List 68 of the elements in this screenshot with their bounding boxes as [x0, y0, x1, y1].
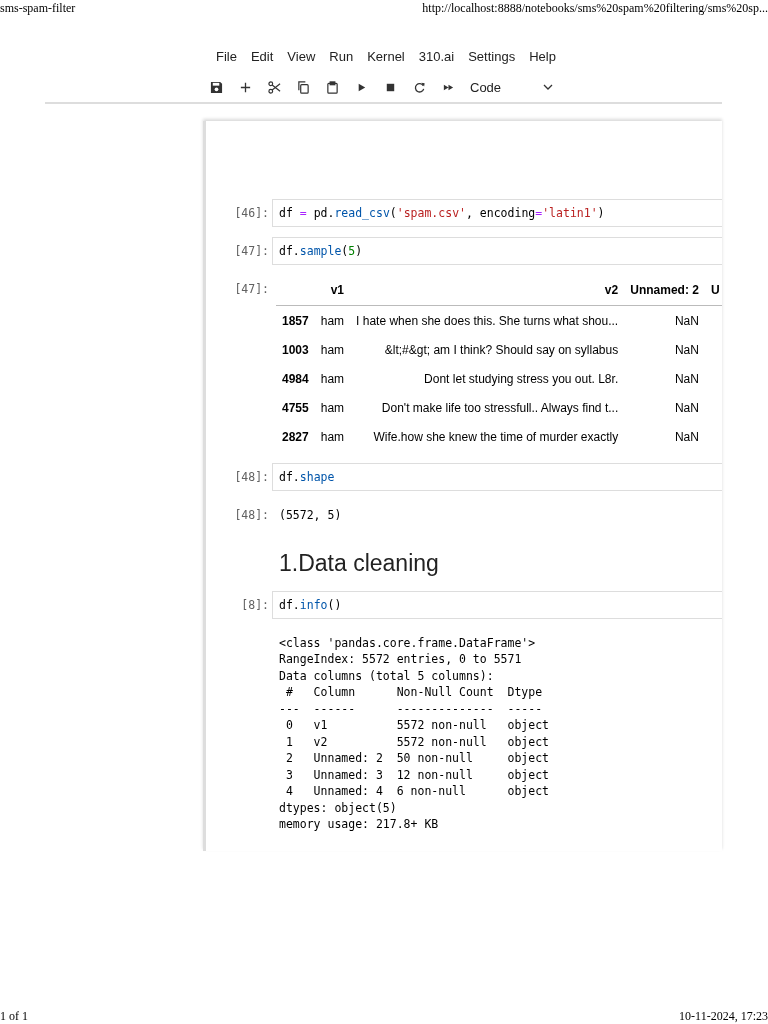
plus-icon[interactable] — [239, 80, 252, 94]
menu-item[interactable]: Edit — [243, 49, 281, 64]
page-url: http://localhost:8888/notebooks/sms%20spam%20filtering/sms%20sp... — [422, 1, 768, 16]
row-index: 4755 — [281, 399, 310, 417]
table-cell-text: ham — [319, 428, 346, 446]
table-cell-text: Don't make life too stressfull.. Always find t... — [380, 399, 620, 417]
page-title: sms-spam-filter — [0, 1, 76, 16]
cell-type-dropdown[interactable]: Code — [470, 79, 554, 95]
table-cell-text: ham — [319, 399, 346, 417]
row-index: 2827 — [281, 428, 310, 446]
table-cell: ham — [314, 305, 351, 335]
output-line: dtypes: object(5) — [279, 799, 398, 816]
table-cell-text: Dont let studying stress you out. L8r. — [423, 370, 620, 388]
print-date: 10-11-2024, 17:23 — [679, 1009, 768, 1024]
output-line: 2 Unnamed: 2 50 non-null object — [284, 750, 550, 767]
cell-prompt: [48]: — [234, 470, 269, 484]
row-index: 1003 — [281, 341, 310, 359]
table-cell: NaN — [624, 305, 705, 335]
output-line: Data columns (total 5 columns): — [279, 667, 495, 684]
table-cell-text: Wife.how she knew the time of murder exactly — [372, 428, 620, 446]
column-header: Unnamed: 2 — [624, 275, 705, 306]
code-cell[interactable]: df.shape — [272, 463, 722, 491]
output-line: 0 v1 5572 non-null object — [284, 717, 550, 734]
output-line: 4 Unnamed: 4 6 non-null object — [284, 783, 550, 800]
chevron-down-icon — [543, 84, 554, 90]
menu-item[interactable]: Settings — [461, 49, 523, 64]
table-cell-text: ham — [319, 341, 346, 359]
table-cell-text: ham — [319, 370, 346, 388]
table-cell-text: &lt;#&gt; am I think? Should say on syllabus — [383, 341, 620, 359]
restart-icon[interactable] — [413, 80, 426, 94]
row-index: 4984 — [281, 370, 310, 388]
cell-prompt: [48]: — [234, 508, 269, 522]
output-line: --- ------ -------------- ----- — [279, 700, 544, 717]
menu-item[interactable]: Kernel — [360, 49, 412, 64]
output-line: # Column Non-Null Count Dtype — [284, 684, 544, 701]
output-line: 3 Unnamed: 3 12 non-null object — [284, 766, 550, 783]
output-line: <class 'pandas.core.frame.DataFrame'> — [279, 634, 537, 651]
cell-prompt: [46]: — [234, 206, 269, 220]
save-icon[interactable] — [210, 80, 223, 94]
cell-prompt: [47]: — [234, 244, 269, 258]
table-cell-text: NaN — [673, 341, 700, 359]
column-header: v2 — [350, 275, 625, 306]
copy-icon[interactable] — [297, 80, 310, 94]
paste-icon[interactable] — [326, 80, 339, 94]
table-cell-text: NaN — [673, 399, 700, 417]
column-header: v1 — [314, 275, 351, 306]
code-cell[interactable]: df = pd.read_csv('spam.csv', encoding='latin1') — [272, 199, 722, 227]
menu-item[interactable]: Run — [322, 49, 361, 64]
output-line: memory usage: 217.8+ KB — [279, 816, 440, 833]
scissors-icon[interactable] — [268, 80, 281, 94]
output-line: 1 v2 5572 non-null object — [284, 733, 550, 750]
table-cell-text: NaN — [673, 428, 700, 446]
menu-item[interactable]: View — [280, 49, 323, 64]
code-cell[interactable]: df.info() — [272, 590, 722, 619]
table-cell: I hate when she does this. She turns what shou... — [350, 305, 625, 335]
menu-item[interactable]: Help — [522, 49, 563, 64]
output-line: (5572, 5) — [279, 507, 342, 524]
column-header: U — [704, 275, 722, 306]
row-index: 1857 — [276, 305, 315, 335]
menu-item[interactable]: 310.ai — [411, 49, 462, 64]
page-number: 1 of 1 — [0, 1009, 28, 1024]
output-line: RangeIndex: 5572 entries, 0 to 5571 — [279, 651, 523, 668]
cell-prompt: [8]: — [241, 597, 269, 612]
menu-item[interactable]: File — [209, 49, 244, 64]
code-cell[interactable]: df.sample(5) — [272, 237, 722, 265]
table-cell-text: NaN — [673, 370, 700, 388]
cell-prompt: [47]: — [234, 282, 269, 296]
section-heading: 1.Data cleaning — [279, 549, 439, 577]
